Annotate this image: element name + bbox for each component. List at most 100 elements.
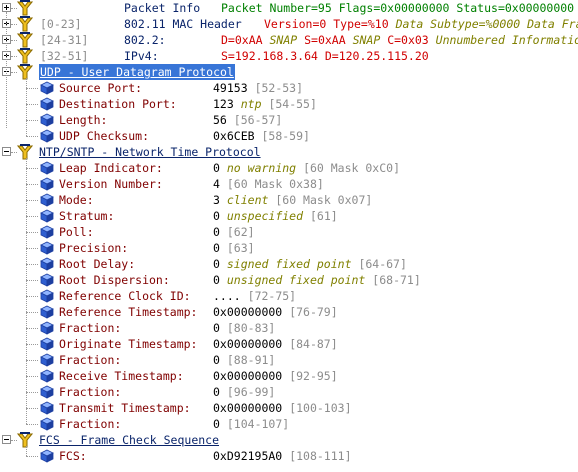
- field-icon: [40, 417, 54, 431]
- field-row[interactable]: Fraction: 0 [88-91]: [0, 352, 578, 368]
- field-label: Destination Port:: [59, 97, 177, 111]
- tree-row-ntp[interactable]: NTP/SNTP - Network Time Protocol: [0, 144, 578, 160]
- field-value-group: 0x6CEB [58-59]: [213, 128, 310, 144]
- field-value: 0x00000000: [213, 369, 283, 383]
- summary-part: SNAP: [352, 33, 388, 47]
- field-row[interactable]: Root Delay: 0 signed fixed point [64-67]: [0, 256, 578, 272]
- tree-row-header[interactable]: Packet Info Packet Number=95 Flags=0x0000…: [0, 0, 578, 16]
- field-row[interactable]: Root Dispersion: 0 unsigned fixed point […: [0, 272, 578, 288]
- field-icon: [40, 385, 54, 399]
- udp-title[interactable]: UDP - User Datagram Protocol: [39, 64, 235, 80]
- field-row[interactable]: Fraction: 0 [80-83]: [0, 320, 578, 336]
- summary-part: Unnumbered Information: [435, 33, 578, 47]
- field-row[interactable]: Reference Clock ID:.... [72-75]: [0, 288, 578, 304]
- byte-range: [56-57]: [233, 113, 283, 127]
- summary-part: S=192.168.3.64 D=120.25.115.20: [221, 49, 429, 63]
- field-icon: [40, 257, 54, 271]
- protocol-icon: [17, 64, 33, 80]
- fcs-title[interactable]: FCS - Frame Check Sequence: [39, 432, 219, 448]
- field-icon: [40, 369, 54, 383]
- field-value: 0: [213, 273, 220, 287]
- field-value: 0: [213, 225, 220, 239]
- byte-range: [72-75]: [247, 289, 297, 303]
- field-label: Receive Timestamp:: [59, 369, 184, 383]
- expand-icon[interactable]: [2, 3, 11, 12]
- field-label: Source Port:: [59, 81, 143, 95]
- field-value-group: 0 unsigned fixed point [68-71]: [213, 272, 421, 288]
- field-row[interactable]: Poll: 0 [62]: [0, 224, 578, 240]
- field-label: Transmit Timestamp:: [59, 401, 191, 415]
- protocol-name: 802.11 MAC Header: [124, 17, 242, 31]
- field-row[interactable]: Stratum: 0 unspecified [61]: [0, 208, 578, 224]
- field-row[interactable]: Precision: 0 [63]: [0, 240, 578, 256]
- field-value: 3: [213, 193, 220, 207]
- field-label: UDP Checksum:: [59, 129, 150, 143]
- field-label: Length:: [59, 113, 108, 127]
- field-value-group: 3 client [60 Mask 0x07]: [213, 192, 372, 208]
- field-icon: [40, 321, 54, 335]
- tree-row-header[interactable]: [24-31] 802.2: D=0xAA SNAP S=0xAA SNAP C=0…: [0, 32, 578, 48]
- field-value-group: 0 [104-107]: [213, 416, 289, 432]
- field-row[interactable]: Source Port: 49153 [52-53]: [0, 80, 578, 96]
- field-label: Version Number:: [59, 177, 163, 191]
- field-icon: [40, 449, 54, 463]
- byte-range: [76-79]: [289, 305, 338, 319]
- field-icon: [40, 305, 54, 319]
- summary-part: C=0x03: [387, 33, 436, 47]
- field-value: 0x00000000: [213, 401, 283, 415]
- field-row[interactable]: UDP Checksum: 0x6CEB [58-59]: [0, 128, 578, 144]
- tree-row-fcs[interactable]: FCS - Frame Check Sequence: [0, 432, 578, 448]
- field-row[interactable]: Destination Port: 123 ntp [54-55]: [0, 96, 578, 112]
- field-value-group: 0 [88-91]: [213, 352, 275, 368]
- field-value: 0: [213, 385, 220, 399]
- header-summary: Packet Number=95 Flags=0x00000000 Status…: [221, 0, 574, 16]
- field-row[interactable]: Fraction: 0 [104-107]: [0, 416, 578, 432]
- field-icon: [40, 401, 54, 415]
- tree-row-header[interactable]: [32-51] IPv4: S=192.168.3.64 D=120.25.115.…: [0, 48, 578, 64]
- field-label: Root Dispersion:: [59, 273, 170, 287]
- collapse-icon[interactable]: [2, 435, 11, 444]
- protocol-icon: [17, 432, 33, 448]
- byte-range: [88-91]: [226, 353, 276, 367]
- field-row[interactable]: Reference Timestamp: 0x00000000 [76-79]: [0, 304, 578, 320]
- field-value: 0: [213, 417, 220, 431]
- byte-range: [100-103]: [289, 401, 352, 415]
- byte-range: [80-83]: [226, 321, 276, 335]
- field-row[interactable]: Leap Indicator: 0 no warning [60 Mask 0xC…: [0, 160, 578, 176]
- field-description: ntp: [240, 97, 262, 111]
- field-icon: [40, 225, 54, 239]
- tree-row-udp[interactable]: UDP - User Datagram Protocol: [0, 64, 578, 80]
- collapse-icon[interactable]: [2, 147, 11, 156]
- field-row[interactable]: Receive Timestamp: 0x00000000 [92-95]: [0, 368, 578, 384]
- ntp-title[interactable]: NTP/SNTP - Network Time Protocol: [39, 144, 261, 160]
- field-value: 0: [213, 161, 220, 175]
- tree-row-header[interactable]: [0-23] 802.11 MAC Header Version=0 Type=%1…: [0, 16, 578, 32]
- field-label: Leap Indicator:: [59, 161, 163, 175]
- field-value: 49153: [213, 81, 248, 95]
- field-value-group: 0xD92195A0 [108-111]: [213, 448, 352, 464]
- protocol-icon: [17, 144, 33, 160]
- field-icon: [40, 81, 54, 95]
- byte-range: [68-71]: [372, 273, 421, 287]
- summary-part: Packet Number=95 Flags=0x00000000 Status…: [221, 1, 575, 15]
- field-value: 0: [213, 257, 220, 271]
- summary-part: Data Subtype=%0000 Data Frame: [395, 17, 578, 31]
- field-row[interactable]: FCS: 0xD92195A0 [108-111]: [0, 448, 578, 464]
- field-value-group: 0 signed fixed point [64-67]: [213, 256, 407, 272]
- field-row[interactable]: Length: 56 [56-57]: [0, 112, 578, 128]
- byte-range: [64-67]: [358, 257, 407, 271]
- field-value-group: 0x00000000 [100-103]: [213, 400, 352, 416]
- field-value: 0: [213, 321, 220, 335]
- byte-range: [60 Mask 0x38]: [226, 177, 324, 191]
- field-label: Fraction:: [59, 385, 122, 399]
- field-row[interactable]: Originate Timestamp: 0x00000000 [84-87]: [0, 336, 578, 352]
- field-row[interactable]: Transmit Timestamp: 0x00000000 [100-103]: [0, 400, 578, 416]
- field-row[interactable]: Fraction: 0 [96-99]: [0, 384, 578, 400]
- field-row[interactable]: Mode: 3 client [60 Mask 0x07]: [0, 192, 578, 208]
- field-value: 0x00000000: [213, 337, 283, 351]
- field-label: Fraction:: [59, 417, 122, 431]
- field-row[interactable]: Version Number: 4 [60 Mask 0x38]: [0, 176, 578, 192]
- header-summary: Version=0 Type=%10 Data Subtype=%0000 Da…: [264, 16, 578, 32]
- field-value: 0: [213, 209, 220, 223]
- field-description: signed fixed point: [226, 257, 352, 271]
